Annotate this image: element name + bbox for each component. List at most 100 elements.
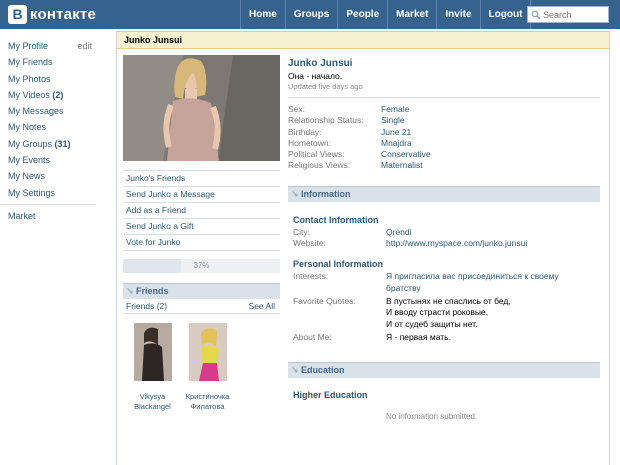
action-friends[interactable]: Junko's Friends bbox=[123, 171, 280, 187]
menu-my-settings[interactable]: My Settings bbox=[8, 185, 96, 201]
friend-item[interactable]: Vikysya Blackangel bbox=[126, 323, 179, 412]
menu-my-notes[interactable]: My Notes bbox=[8, 119, 96, 135]
personal-info: Interests: Я пригласила вас присоединить… bbox=[293, 271, 600, 343]
rating-text: 37% bbox=[193, 261, 210, 270]
menu-my-profile[interactable]: My Profile edit bbox=[8, 38, 96, 54]
higher-education-title: Higher Education bbox=[293, 390, 368, 401]
info-row-relationship: Relationship Status: Single bbox=[288, 115, 600, 126]
menu-count: (31) bbox=[54, 138, 71, 149]
info-row-interests: Interests: Я пригласила вас присоединить… bbox=[293, 271, 600, 294]
nav-market[interactable]: Market bbox=[387, 0, 436, 29]
search-box[interactable] bbox=[527, 6, 609, 23]
info-value[interactable]: Single bbox=[381, 115, 405, 126]
education-section-header[interactable]: ↘ Education bbox=[288, 362, 600, 379]
arrow-down-icon: ↘ bbox=[291, 188, 299, 199]
information-section-header[interactable]: ↘ Information bbox=[288, 185, 600, 202]
menu-my-events[interactable]: My Events bbox=[8, 152, 96, 168]
friends-list: Vikysya Blackangel Кристиночка Филатова bbox=[123, 323, 280, 412]
profile-photo[interactable] bbox=[123, 55, 280, 161]
menu-label: My Profile bbox=[8, 41, 49, 51]
nav-people[interactable]: People bbox=[337, 0, 387, 29]
info-value[interactable]: June 21 bbox=[381, 127, 411, 138]
info-row-website: Website: http://www.myspace.com/junko.jun… bbox=[293, 238, 600, 249]
info-label: Interests: bbox=[293, 271, 328, 282]
nav-groups[interactable]: Groups bbox=[284, 0, 338, 29]
menu-my-videos[interactable]: My Videos (2) bbox=[8, 87, 96, 103]
quote-line: И от судеб защиты нет. bbox=[386, 318, 478, 329]
edit-profile-link[interactable]: edit bbox=[77, 38, 92, 54]
interests-line[interactable]: Я пригласила вас присоединиться к своему bbox=[386, 271, 559, 282]
information-heading: Information bbox=[301, 188, 351, 199]
vkontakte-logo[interactable]: B контакте bbox=[8, 5, 96, 24]
main-nav: Home Groups People Market Invite Logout bbox=[240, 0, 532, 29]
menu-market[interactable]: Market bbox=[8, 208, 96, 224]
menu-my-photos[interactable]: My Photos bbox=[8, 71, 96, 87]
profile-actions: Junko's Friends Send Junko a Message Add… bbox=[123, 170, 280, 251]
friends-section-header[interactable]: ↘ Friends bbox=[123, 283, 280, 299]
friend-name-line: Vikysya bbox=[139, 392, 166, 401]
info-label: Birthday: bbox=[288, 126, 322, 137]
menu-label: My Notes bbox=[8, 122, 47, 133]
status-updated: Updated five days ago bbox=[288, 82, 363, 91]
friend-avatar bbox=[188, 323, 227, 381]
search-input[interactable] bbox=[541, 9, 603, 20]
quote-line: И вводу страсти роковые, bbox=[386, 307, 489, 318]
logo-badge: B bbox=[8, 5, 27, 24]
see-all-link[interactable]: See All bbox=[249, 299, 275, 313]
friends-heading: Friends bbox=[136, 286, 169, 296]
menu-my-groups[interactable]: My Groups (31) bbox=[8, 136, 96, 152]
menu-label: My Friends bbox=[8, 57, 53, 68]
action-send-message[interactable]: Send Junko a Message bbox=[123, 187, 280, 203]
top-header: B контакте Home Groups People Market Inv… bbox=[0, 0, 620, 29]
info-value[interactable]: Maternalist bbox=[381, 160, 423, 171]
info-label: Hometown: bbox=[288, 137, 331, 148]
info-row-quotes: Favorite Quotes: В пустынях не спаслись … bbox=[293, 296, 600, 330]
basic-info: Sex: Female Relationship Status: Single Bi… bbox=[288, 104, 600, 172]
info-value: Я - первая мать. bbox=[386, 331, 451, 342]
friend-avatar bbox=[133, 323, 172, 381]
page-title: Junko Junsui bbox=[117, 31, 609, 49]
profile-status: Она - начало. bbox=[288, 71, 343, 81]
action-send-gift[interactable]: Send Junko a Gift bbox=[123, 219, 280, 235]
menu-label: My Messages bbox=[8, 106, 64, 117]
info-label: Relationship Status: bbox=[288, 115, 364, 126]
menu-label: My Groups bbox=[8, 138, 53, 149]
nav-logout[interactable]: Logout bbox=[479, 0, 532, 29]
nav-home[interactable]: Home bbox=[240, 0, 285, 29]
friend-item[interactable]: Кристиночка Филатова bbox=[181, 323, 234, 412]
info-value[interactable]: Conservative bbox=[381, 149, 431, 160]
info-value[interactable]: Female bbox=[381, 104, 409, 115]
education-heading: Education bbox=[301, 365, 345, 376]
personal-info-title: Personal Information bbox=[293, 259, 384, 270]
info-value: Я пригласила вас присоединиться к своему… bbox=[386, 271, 559, 294]
quote-line: В пустынях не спаслись от бед, bbox=[386, 295, 511, 306]
info-label: About Me: bbox=[293, 331, 332, 342]
website-link[interactable]: http://www.myspace.com/junko.junsui bbox=[386, 238, 527, 249]
info-value[interactable]: Qrendi bbox=[386, 227, 412, 238]
info-row-birthday: Birthday: June 21 bbox=[288, 127, 600, 138]
contact-info: City: Qrendi Website: http://www.myspace.c… bbox=[293, 227, 600, 250]
interests-line[interactable]: братству bbox=[386, 283, 559, 294]
friends-count: Friends (2) bbox=[126, 301, 168, 311]
action-vote[interactable]: Vote for Junko bbox=[123, 235, 280, 251]
profile-name: Junko Junsui bbox=[288, 58, 353, 69]
arrow-down-icon: ↘ bbox=[126, 286, 134, 296]
info-value[interactable]: Mnajdra bbox=[381, 138, 412, 149]
menu-divider bbox=[0, 203, 96, 205]
info-label: Political Views: bbox=[288, 149, 345, 160]
profile-right-column: Junko Junsui Она - начало. Updated five … bbox=[288, 55, 600, 421]
menu-my-friends[interactable]: My Friends bbox=[8, 54, 96, 70]
action-add-friend[interactable]: Add as a Friend bbox=[123, 203, 280, 219]
menu-my-news[interactable]: My News bbox=[8, 168, 96, 184]
arrow-down-icon: ↘ bbox=[291, 365, 299, 376]
left-menu: My Profile edit My Friends My Photos My … bbox=[0, 38, 96, 224]
search-icon bbox=[531, 10, 541, 19]
friend-name[interactable]: Vikysya Blackangel bbox=[126, 392, 179, 412]
menu-label: My News bbox=[8, 171, 46, 182]
menu-label: My Settings bbox=[8, 187, 56, 198]
friend-name[interactable]: Кристиночка Филатова bbox=[181, 392, 234, 412]
no-info-text: No information submitted. bbox=[386, 412, 478, 422]
menu-my-messages[interactable]: My Messages bbox=[8, 103, 96, 119]
nav-invite[interactable]: Invite bbox=[436, 0, 479, 29]
info-row-city: City: Qrendi bbox=[293, 227, 600, 238]
